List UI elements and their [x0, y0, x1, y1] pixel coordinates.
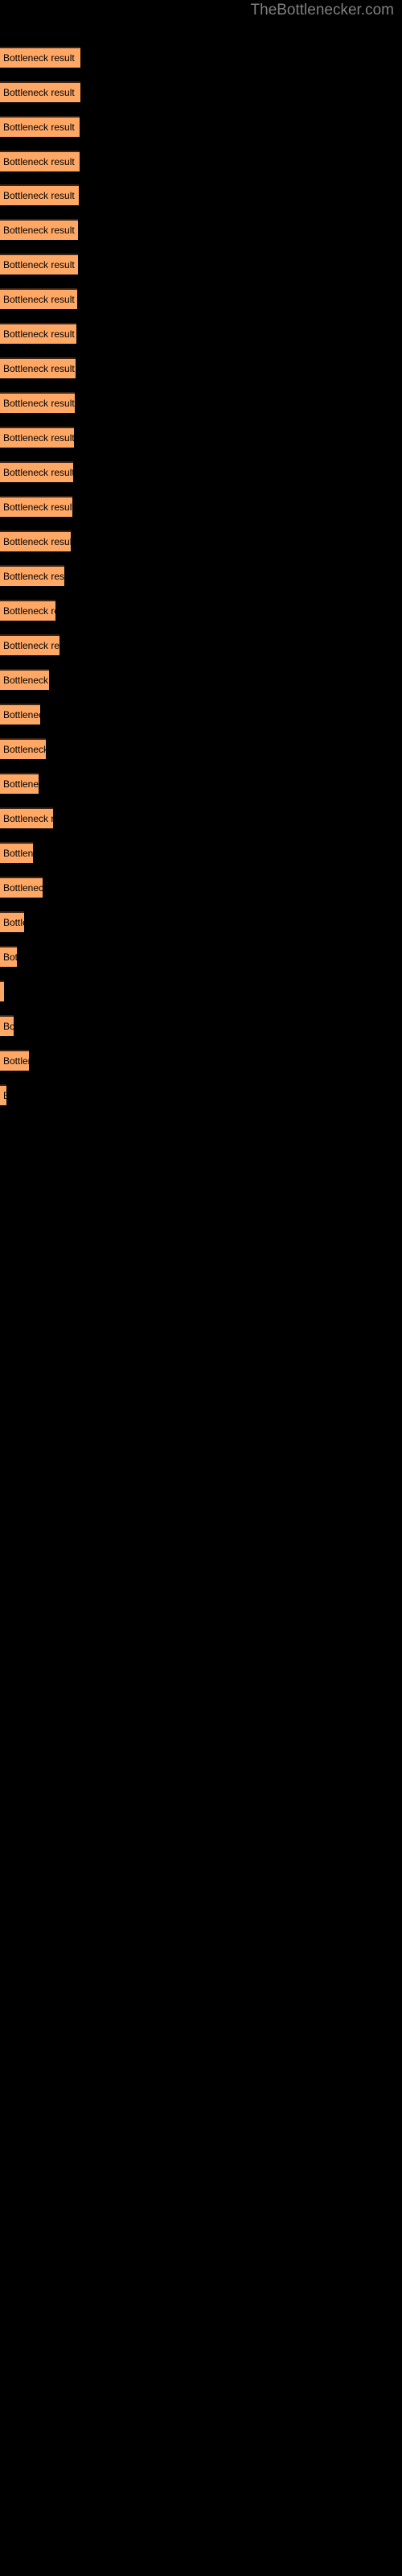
bar-label: Bottleneck result	[3, 848, 33, 859]
bar-28: Bottleneck result	[0, 980, 4, 1001]
bar-9: Bottleneck result	[0, 323, 76, 344]
bar-label: Bottleneck result	[3, 605, 55, 617]
bar-20: Bottleneck result	[0, 704, 40, 724]
bar-label: Bottleneck result	[3, 190, 75, 201]
bar-label: Bottleneck result	[3, 467, 73, 478]
bar-label: Bottleneck result	[3, 363, 75, 374]
bar-18: Bottleneck result	[0, 634, 59, 655]
bar-label: Bottleneck result	[3, 640, 59, 651]
bar-23: Bottleneck result	[0, 807, 53, 828]
bar-19: Bottleneck result	[0, 669, 49, 690]
bar-label: Bottleneck result	[3, 882, 43, 894]
bar-13: Bottleneck result	[0, 461, 73, 482]
bar-label: Bottleneck result	[3, 225, 75, 236]
bar-22: Bottleneck result	[0, 773, 39, 794]
bar-26: Bottleneck result	[0, 911, 24, 932]
bar-label: Bottleneck result	[3, 328, 75, 340]
bar-label: Bottleneck result	[3, 259, 75, 270]
page-title: TheBottlenecker.com	[250, 2, 394, 19]
bar-label: Bottleneck result	[3, 122, 75, 133]
bar-21: Bottleneck result	[0, 738, 46, 759]
bar-15: Bottleneck result	[0, 530, 71, 551]
bar-label: Bottleneck result	[3, 156, 75, 167]
bottleneck-bar-chart: TheBottlenecker.com Bottleneck result Bot…	[0, 0, 402, 2576]
bar-24: Bottleneck result	[0, 842, 33, 863]
bar-label: Bottleneck result	[3, 1055, 29, 1067]
bar-label: Bottleneck result	[3, 536, 71, 547]
bar-label: Bottleneck result	[3, 985, 4, 999]
bar-label: Bottleneck result	[3, 778, 39, 790]
bar-label: Bottleneck result	[3, 917, 24, 928]
bar-label: Bottleneck result	[3, 1088, 6, 1103]
bar-label: Bottleneck result	[3, 52, 75, 64]
bar-27: Bottleneck result	[0, 946, 17, 967]
bar-11: Bottleneck result	[0, 392, 75, 413]
bar-10: Bottleneck result	[0, 357, 76, 378]
bar-2: Bottleneck result	[0, 81, 80, 102]
bar-25: Bottleneck result	[0, 877, 43, 898]
bar-6: Bottleneck result	[0, 219, 78, 240]
bar-31: Bottleneck result	[0, 1084, 6, 1105]
bar-label: Bottleneck result	[3, 432, 74, 444]
bar-12: Bottleneck result	[0, 427, 74, 448]
bar-4: Bottleneck result	[0, 151, 80, 171]
bar-16: Bottleneck result	[0, 565, 64, 586]
bar-30: Bottleneck result	[0, 1050, 29, 1071]
bar-label: Bottleneck result	[3, 502, 72, 513]
bar-3: Bottleneck result	[0, 116, 80, 137]
bar-label: Bottleneck result	[3, 744, 46, 755]
bar-label: Bottleneck result	[3, 675, 49, 686]
bar-8: Bottleneck result	[0, 288, 77, 309]
bar-label: Bottleneck result	[3, 571, 64, 582]
bar-label: Bottleneck result	[3, 952, 17, 963]
bar-label: Bottleneck result	[3, 398, 75, 409]
bar-label: Bottleneck result	[3, 813, 53, 824]
bar-29: Bottleneck result	[0, 1015, 14, 1036]
bar-label: Bottleneck result	[3, 294, 75, 305]
bar-label: Bottleneck result	[3, 709, 40, 720]
bar-5: Bottleneck result	[0, 184, 79, 205]
bar-14: Bottleneck result	[0, 496, 72, 517]
bar-label: Bottleneck result	[3, 87, 75, 98]
bar-17: Bottleneck result	[0, 600, 55, 621]
bar-1: Bottleneck result	[0, 47, 80, 68]
bar-label: Bottleneck result	[3, 1021, 14, 1032]
bar-7: Bottleneck result	[0, 254, 78, 275]
